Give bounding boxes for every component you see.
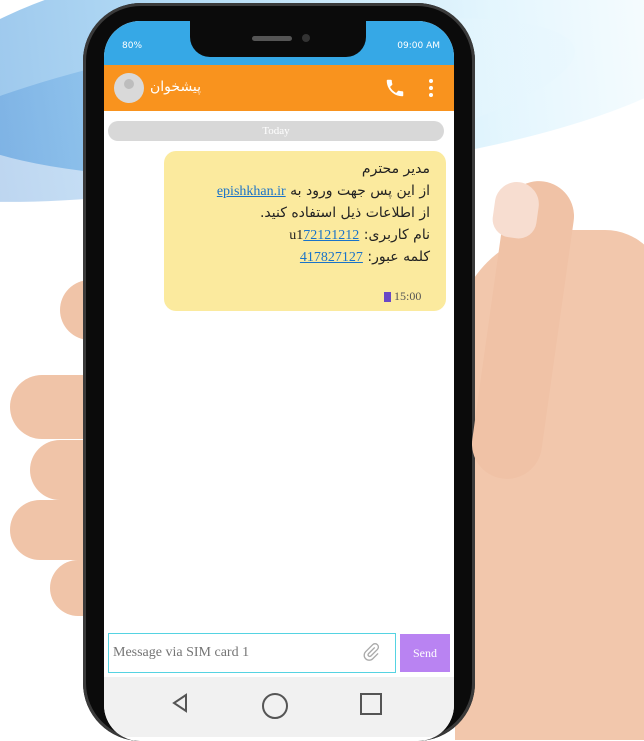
message-time: 15:00 xyxy=(384,289,421,304)
username-label: نام کاربری: xyxy=(359,227,430,243)
message-composer xyxy=(108,633,396,673)
battery-text: 80% xyxy=(122,41,143,51)
sim-icon xyxy=(384,292,391,303)
send-button[interactable]: Send xyxy=(400,634,450,672)
message-line: نام کاربری: u172121212 xyxy=(289,227,430,244)
circle-home-icon[interactable] xyxy=(262,693,288,719)
speaker-grille xyxy=(252,36,292,41)
paperclip-icon[interactable] xyxy=(361,642,383,664)
website-link[interactable]: epishkhan.ir xyxy=(217,184,286,199)
password-label: کلمه عبور: xyxy=(362,249,430,265)
camera-icon xyxy=(302,34,310,42)
message-line: از اطلاعات ذیل استفاده کنید. xyxy=(259,205,430,221)
password-link[interactable]: 417827127 xyxy=(300,250,363,265)
message-time-text: 15:00 xyxy=(394,289,422,303)
phone-screen: 80% 09:00 AM پیشخوان Today مدیر محترم از… xyxy=(104,21,454,741)
message-text: از این پس جهت ورود به xyxy=(285,183,430,199)
message-line: از این پس جهت ورود به epishkhan.ir xyxy=(217,183,430,200)
avatar[interactable] xyxy=(114,73,144,103)
username-link[interactable]: 72121212 xyxy=(303,228,359,243)
message-line: کلمه عبور: 417827127 xyxy=(300,249,430,266)
conversation-header: پیشخوان xyxy=(104,65,454,111)
navigation-bar xyxy=(104,677,454,737)
phone-icon[interactable] xyxy=(384,77,406,99)
notch xyxy=(190,21,366,57)
square-recent-icon[interactable] xyxy=(360,693,382,715)
more-vertical-icon[interactable] xyxy=(428,77,438,99)
clock-text: 09:00 AM xyxy=(397,41,440,51)
message-line: مدیر محترم xyxy=(361,161,430,177)
day-separator: Today xyxy=(108,121,444,141)
message-input[interactable] xyxy=(111,638,355,668)
contact-name: پیشخوان xyxy=(150,79,202,95)
message-bubble[interactable]: مدیر محترم از این پس جهت ورود به epishkh… xyxy=(164,151,446,311)
username-suffix: u1 xyxy=(289,228,304,243)
triangle-back-icon[interactable] xyxy=(170,693,190,713)
